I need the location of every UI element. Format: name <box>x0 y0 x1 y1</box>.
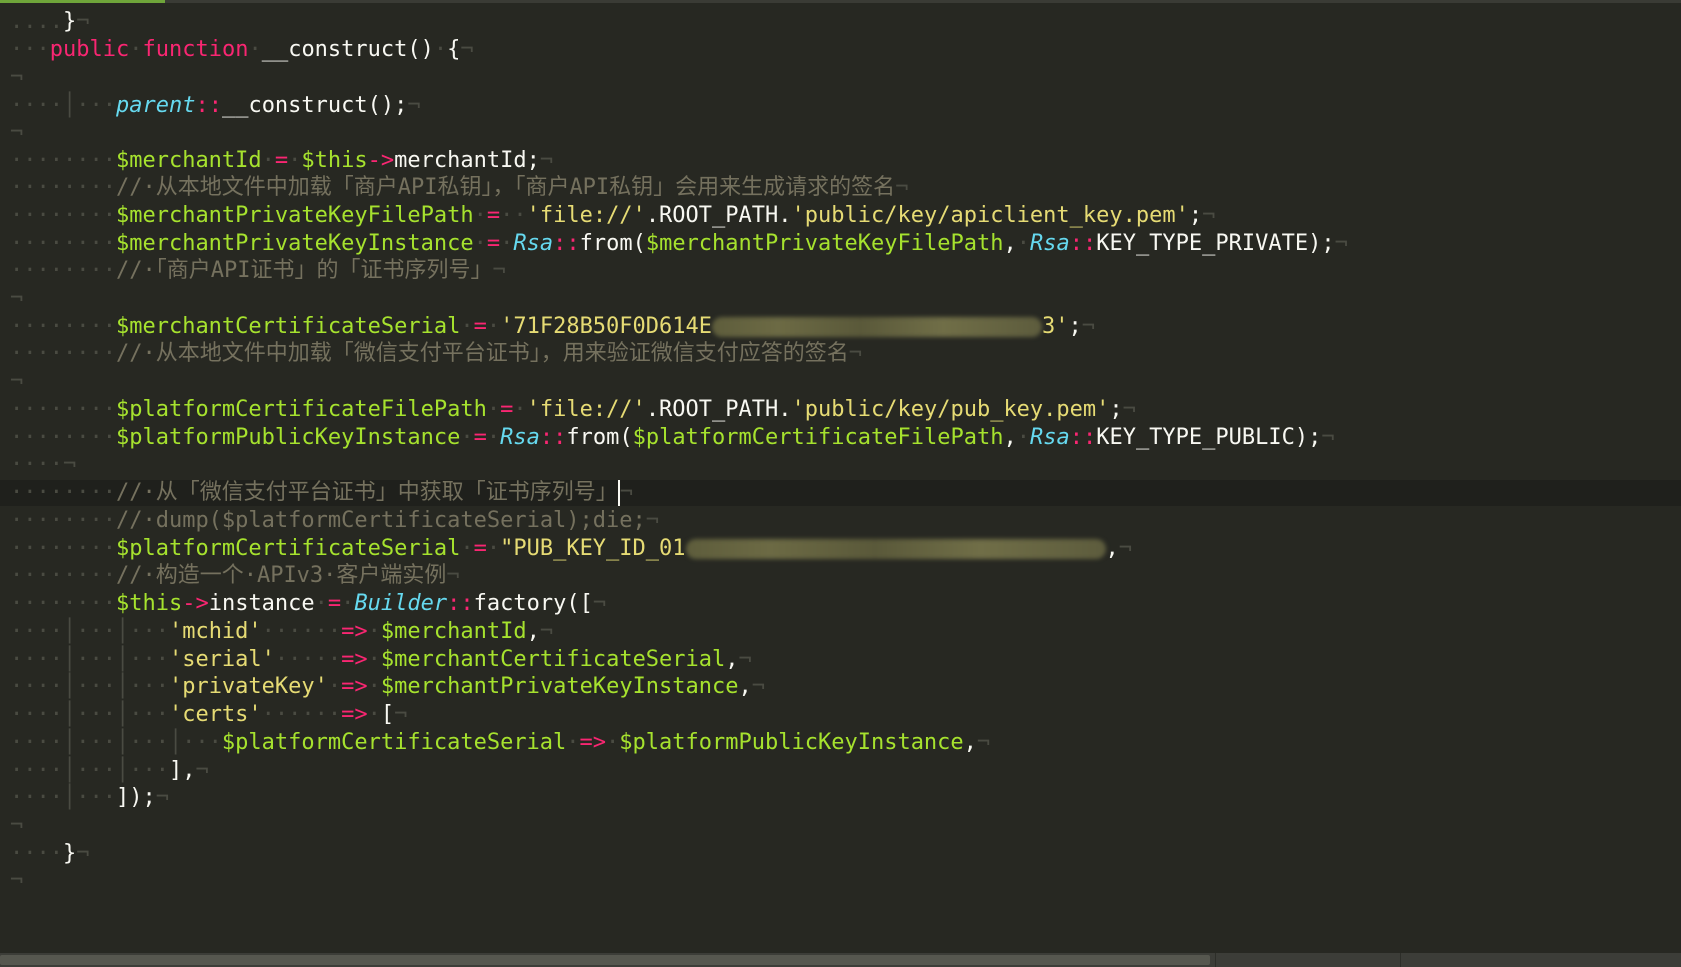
code-line-32: ¬ <box>10 868 24 893</box>
code-line-10: ········//·「商户API证书」的「证书序列号」¬ <box>10 258 506 283</box>
code-line-14: ¬ <box>10 369 24 394</box>
code-line-18-current: ········//·从「微信支付平台证书」中获取「证书序列号」¬ <box>0 480 1681 506</box>
code-line-4: ····│···parent::__construct();¬ <box>10 93 421 118</box>
code-line-2: ···public·function·__construct()·{¬ <box>10 37 474 62</box>
scrollbar-marker <box>1400 953 1401 967</box>
code-line-30: ¬ <box>10 813 24 838</box>
code-line-20: ········$platformCertificateSerial·=·"PU… <box>10 536 1133 561</box>
code-line-13: ········//·从本地文件中加载「微信支付平台证书」，用来验证微信支付应答… <box>10 341 862 366</box>
code-editor[interactable]: ....}¬ ···public·function·__construct()·… <box>0 8 1681 953</box>
code-line-1: ....}¬ <box>10 9 90 34</box>
code-line-19: ········//·dump($platformCertificateSeri… <box>10 508 660 533</box>
code-line-24: ····│···│···'serial'·····=>·$merchantCer… <box>10 647 752 672</box>
active-tab-indicator <box>0 0 165 3</box>
code-line-27: ····│···│···│···$platformCertificateSeri… <box>10 730 991 755</box>
code-line-5: ¬ <box>10 120 24 145</box>
tab-strip <box>0 0 1681 3</box>
code-line-9: ········$merchantPrivateKeyInstance·=·Rs… <box>10 231 1348 256</box>
scrollbar-marker <box>1215 953 1216 967</box>
code-line-16: ········$platformPublicKeyInstance·=·Rsa… <box>10 425 1335 450</box>
code-line-29: ····│···]);¬ <box>10 785 169 810</box>
code-line-6: ········$merchantId·=·$this->merchantId;… <box>10 148 554 173</box>
code-line-28: ····│···│···],¬ <box>10 758 209 783</box>
code-line-23: ····│···│···'mchid'······=>·$merchantId,… <box>10 619 554 644</box>
code-line-25: ····│···│···'privateKey'·=>·$merchantPri… <box>10 674 766 699</box>
code-line-26: ····│···│···'certs'······=>·[¬ <box>10 702 408 727</box>
code-line-12: ········$merchantCertificateSerial·=·'71… <box>10 314 1096 339</box>
code-line-7: ········//·从本地文件中加载「商户API私钥」，「商户API私钥」会用… <box>10 175 909 200</box>
code-line-3: ¬ <box>10 65 24 90</box>
code-line-21: ········//·构造一个·APIv3·客户端实例¬ <box>10 563 460 588</box>
redacted-key-id <box>685 539 1106 559</box>
horizontal-scrollbar[interactable] <box>0 953 1681 967</box>
redacted-serial <box>712 317 1043 337</box>
code-line-22: ········$this->instance·=·Builder::facto… <box>10 591 607 616</box>
scrollbar-thumb[interactable] <box>0 955 1210 965</box>
code-line-11: ¬ <box>10 286 24 311</box>
code-line-17: ····¬ <box>10 452 77 477</box>
code-line-31: ····}¬ <box>10 841 90 866</box>
code-line-15: ········$platformCertificateFilePath·=·'… <box>10 397 1136 422</box>
code-line-8: ········$merchantPrivateKeyFilePath·=··'… <box>10 203 1216 228</box>
